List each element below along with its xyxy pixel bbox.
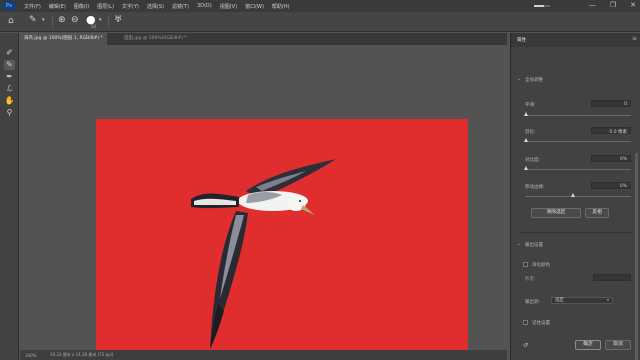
zoom-level[interactable]: 100% bbox=[20, 353, 42, 358]
menu-type[interactable]: 文字(Y) bbox=[122, 3, 139, 10]
close-button[interactable]: ✕ bbox=[630, 1, 636, 9]
menu-window[interactable]: 窗口(W) bbox=[245, 3, 264, 10]
progress-bar bbox=[534, 5, 550, 7]
chevron-down-icon[interactable]: ▾ bbox=[42, 17, 45, 23]
contrast-slider[interactable] bbox=[525, 169, 631, 170]
smooth-label: 平滑: bbox=[525, 103, 536, 108]
output-to-label: 输出到: bbox=[525, 300, 541, 305]
panel-menu-icon[interactable]: ≡ bbox=[632, 35, 637, 42]
reset-icon[interactable]: ↺ bbox=[523, 342, 528, 349]
contrast-label: 对比度: bbox=[525, 158, 541, 163]
contrast-value: 0% bbox=[619, 157, 627, 162]
amount-input[interactable] bbox=[593, 274, 631, 281]
shift-edge-slider[interactable] bbox=[525, 196, 631, 197]
document-canvas[interactable] bbox=[96, 119, 468, 360]
feather-value: 0.0 像素 bbox=[609, 130, 627, 135]
chevron-down-icon[interactable]: ▾ bbox=[607, 297, 609, 302]
status-bar: 100% 19.33 厘米 x 14.28 厘米 (72 ppi) bbox=[20, 350, 507, 360]
lasso-icon[interactable]: ℒ bbox=[4, 84, 15, 94]
menu-select[interactable]: 选择(S) bbox=[147, 3, 164, 10]
shift-edge-value: 0% bbox=[619, 184, 627, 189]
smooth-value: 0 bbox=[624, 102, 627, 107]
tab-field[interactable]: 田田.jpg @ 100%(RGB/8#) * bbox=[120, 33, 191, 45]
menu-help[interactable]: 帮助(H) bbox=[272, 3, 290, 10]
cancel-button[interactable]: 取消 bbox=[605, 340, 631, 350]
tab-properties[interactable]: 属性 bbox=[517, 37, 526, 43]
menu-3d[interactable]: 3D(D) bbox=[197, 3, 212, 9]
invert-button[interactable]: 反相 bbox=[585, 208, 609, 218]
zoom-icon[interactable]: ⚲ bbox=[4, 108, 15, 118]
smooth-slider-handle[interactable] bbox=[524, 112, 528, 116]
menu-layer[interactable]: 图层(L) bbox=[97, 3, 114, 10]
hand-icon[interactable]: ✋ bbox=[4, 96, 15, 106]
progress-fill bbox=[534, 5, 544, 7]
section-global-adjust: 全局调整 bbox=[525, 78, 543, 83]
remember-settings-checkbox[interactable] bbox=[523, 320, 528, 325]
maximize-button[interactable]: ❐ bbox=[610, 1, 616, 9]
add-to-selection-icon[interactable]: ⊕ bbox=[58, 15, 66, 25]
panel-header: 属性 ≡ bbox=[511, 33, 640, 47]
divider bbox=[519, 232, 631, 233]
remember-settings-label: 记住设置 bbox=[532, 321, 550, 326]
feather-slider-handle[interactable] bbox=[524, 138, 528, 142]
decontaminate-checkbox[interactable] bbox=[523, 262, 528, 267]
options-bar: ⌂ ✎ ▾ ⊕ ⊖ ● ▾ ♅ bbox=[0, 12, 640, 32]
menu-file[interactable]: 文件(F) bbox=[24, 3, 41, 10]
chevron-down-icon[interactable]: ⌄ bbox=[517, 241, 521, 247]
tab-seabird[interactable]: 海鸟.jpg @ 100%(图层 1, RGB/8#) * bbox=[20, 33, 107, 45]
document-tabs: 海鸟.jpg @ 100%(图层 1, RGB/8#) * 田田.jpg @ 1… bbox=[20, 33, 507, 45]
window-controls: — ❐ ✕ bbox=[589, 1, 636, 9]
albatross-image bbox=[191, 159, 336, 349]
separator bbox=[108, 16, 109, 28]
section-output-settings: 输出设置 bbox=[525, 243, 543, 248]
subtract-from-selection-icon[interactable]: ⊖ bbox=[71, 15, 79, 25]
chevron-down-icon[interactable]: ⌄ bbox=[517, 76, 521, 82]
document-info: 19.33 厘米 x 14.28 厘米 (72 ppi) bbox=[50, 352, 114, 357]
home-icon[interactable]: ⌂ bbox=[8, 16, 14, 26]
output-to-value: 选区 bbox=[555, 298, 564, 303]
photoshop-logo: Ps bbox=[2, 1, 16, 11]
ok-button[interactable]: 确定 bbox=[575, 340, 601, 350]
canvas-area bbox=[20, 45, 507, 360]
output-to-select[interactable]: 选区 bbox=[551, 297, 613, 304]
refine-edge-brush-icon[interactable]: ✎ bbox=[4, 60, 15, 70]
shift-edge-slider-handle[interactable] bbox=[571, 193, 575, 197]
clear-selection-button[interactable]: 清除选区 bbox=[531, 208, 581, 218]
feather-label: 羽化: bbox=[525, 130, 536, 135]
sample-all-layers-icon[interactable]: ♅ bbox=[114, 15, 122, 25]
decontaminate-label: 净化颜色 bbox=[532, 263, 550, 268]
brush-icon[interactable]: ✒ bbox=[4, 72, 15, 82]
contrast-slider-handle[interactable] bbox=[524, 166, 528, 170]
minimize-button[interactable]: — bbox=[589, 1, 596, 9]
chevron-down-icon[interactable]: ▾ bbox=[99, 17, 102, 23]
smooth-slider[interactable] bbox=[525, 115, 631, 116]
separator bbox=[52, 16, 53, 28]
menu-edit[interactable]: 编辑(E) bbox=[49, 3, 66, 10]
feather-slider[interactable] bbox=[525, 141, 631, 142]
properties-panel: 属性 ≡ ⌄ 全局调整 平滑: 0 羽化: 0.0 像素 对比度: 0% 移动边… bbox=[510, 33, 640, 360]
brush-size-value: 20 bbox=[91, 24, 97, 29]
brush-tool-preset-icon[interactable]: ✎ bbox=[29, 15, 37, 25]
tool-panel: ✐ ✎ ✒ ℒ ✋ ⚲ bbox=[0, 33, 19, 360]
shift-edge-label: 移动边缘: bbox=[525, 185, 545, 190]
quick-selection-icon[interactable]: ✐ bbox=[4, 48, 15, 58]
menu-image[interactable]: 图像(I) bbox=[74, 3, 89, 10]
panel-scrollbar[interactable] bbox=[635, 153, 638, 360]
menu-bar: Ps 文件(F) 编辑(E) 图像(I) 图层(L) 文字(Y) 选择(S) 滤… bbox=[0, 0, 640, 12]
amount-label: 数量: bbox=[525, 277, 536, 282]
menu-view[interactable]: 视图(V) bbox=[220, 3, 237, 10]
menu-filter[interactable]: 滤镜(T) bbox=[172, 3, 189, 10]
